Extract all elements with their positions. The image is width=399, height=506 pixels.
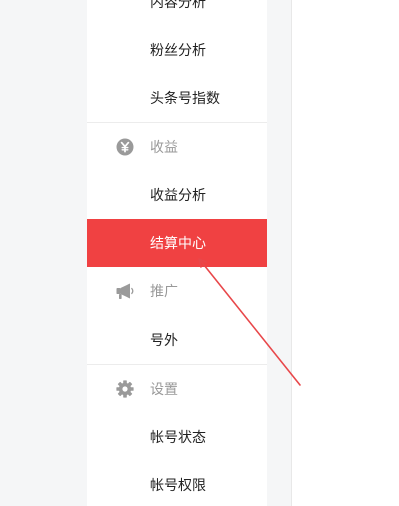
sidebar-item-revenue-analysis[interactable]: 收益分析 [87,171,267,219]
app-stage: 内容分析 粉丝分析 头条号指数 收益 收益分析 结算中心 推广 号外 设置 帐号… [0,0,399,506]
section-title: 设置 [150,382,178,398]
sidebar-nav: 内容分析 粉丝分析 头条号指数 收益 收益分析 结算中心 推广 号外 设置 帐号… [87,0,267,506]
sidebar-item-label: 帐号状态 [150,430,206,446]
section-title: 推广 [150,284,178,300]
sidebar-item-label: 帐号权限 [150,478,206,494]
sidebar-item-label: 号外 [150,333,178,349]
sidebar-item-account-permissions[interactable]: 帐号权限 [87,461,267,506]
sidebar-item-content-analysis[interactable]: 内容分析 [87,0,267,26]
gear-icon [115,379,135,399]
sidebar-item-label: 头条号指数 [150,91,220,107]
section-header-promotion[interactable]: 推广 [87,267,267,315]
sidebar-item-label: 结算中心 [150,236,206,252]
section-header-revenue[interactable]: 收益 [87,123,267,171]
sidebar-item-label: 粉丝分析 [150,43,206,59]
content-panel [291,0,399,506]
yen-coin-icon [115,137,135,157]
sidebar-item-extra-promotion[interactable]: 号外 [87,316,267,364]
sidebar-item-label: 收益分析 [150,188,206,204]
sidebar-item-fans-analysis[interactable]: 粉丝分析 [87,26,267,74]
sidebar-item-settlement-center[interactable]: 结算中心 [87,219,267,267]
section-title: 收益 [150,140,178,156]
sidebar-item-label: 内容分析 [150,0,206,11]
sidebar-item-toutiao-index[interactable]: 头条号指数 [87,74,267,122]
section-header-settings[interactable]: 设置 [87,365,267,413]
sidebar-item-account-status[interactable]: 帐号状态 [87,413,267,461]
megaphone-icon [115,281,135,301]
